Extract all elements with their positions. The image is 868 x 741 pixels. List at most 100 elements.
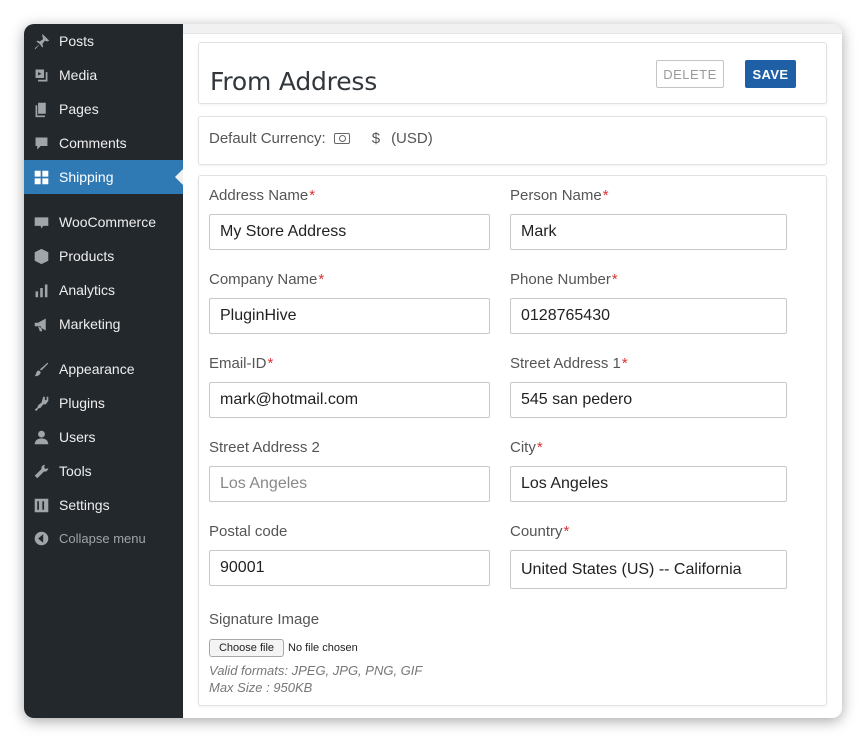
grid-icon xyxy=(32,168,50,186)
sidebar-item-label: Plugins xyxy=(59,395,105,411)
email-input[interactable]: mark@hotmail.com xyxy=(209,382,490,418)
sidebar-item-pages[interactable]: Pages xyxy=(24,92,183,126)
sidebar-item-marketing[interactable]: Marketing xyxy=(24,307,183,341)
required-marker: * xyxy=(318,271,325,288)
address-name-input[interactable]: My Store Address xyxy=(209,214,490,250)
required-marker: * xyxy=(267,355,274,372)
bar-chart-icon xyxy=(32,281,50,299)
phone-number-label-text: Phone Number xyxy=(510,271,611,288)
choose-file-button[interactable]: Choose file xyxy=(209,639,284,657)
address-name-label: Address Name* xyxy=(209,187,315,204)
sidebar-item-shipping[interactable]: Shipping xyxy=(24,160,183,194)
phone-number-input[interactable]: 0128765430 xyxy=(510,298,787,334)
sidebar-item-label: Analytics xyxy=(59,282,116,298)
person-name-label-text: Person Name xyxy=(510,187,602,204)
sidebar-item-label: Comments xyxy=(59,135,127,151)
address-form-card: Address Name* My Store Address Person Na… xyxy=(198,175,827,706)
currency-label: Default Currency: xyxy=(209,130,326,147)
sidebar-item-label: Marketing xyxy=(59,316,121,332)
sidebar-item-label: Shipping xyxy=(59,169,114,185)
user-icon xyxy=(32,428,50,446)
valid-formats-hint: Valid formats: JPEG, JPG, PNG, GIF xyxy=(209,663,423,678)
top-strip xyxy=(183,24,842,34)
sidebar-item-label: WooCommerce xyxy=(59,214,156,230)
sidebar-item-plugins[interactable]: Plugins xyxy=(24,386,183,420)
city-label: City* xyxy=(510,439,543,456)
sidebar-item-label: Appearance xyxy=(59,361,135,377)
postal-code-label: Postal code xyxy=(209,523,287,540)
currency-card: Default Currency: $ (USD) xyxy=(198,116,827,165)
currency-symbol: $ xyxy=(371,130,381,147)
postal-code-input[interactable]: 90001 xyxy=(209,550,490,586)
collapse-menu-label: Collapse menu xyxy=(59,530,146,546)
sidebar-item-products[interactable]: Products xyxy=(24,239,183,273)
delete-button[interactable]: DELETE xyxy=(656,60,724,88)
save-button[interactable]: SAVE xyxy=(745,60,796,88)
person-name-label: Person Name* xyxy=(510,187,609,204)
street2-label-text: Street Address 2 xyxy=(209,439,320,456)
box-icon xyxy=(32,247,50,265)
sliders-icon xyxy=(32,496,50,514)
street1-label: Street Address 1* xyxy=(510,355,628,372)
signature-label: Signature Image xyxy=(209,611,320,628)
file-status: No file chosen xyxy=(288,642,358,654)
woo-icon xyxy=(32,213,50,231)
sidebar-item-tools[interactable]: Tools xyxy=(24,454,183,488)
media-icon xyxy=(32,66,50,84)
street2-input[interactable]: Los Angeles xyxy=(209,466,490,502)
email-label: Email-ID* xyxy=(209,355,273,372)
admin-sidebar: Posts Media Pages Comments Shipping WooC… xyxy=(24,24,183,718)
required-marker: * xyxy=(611,271,618,288)
street2-label: Street Address 2 xyxy=(209,439,320,456)
postal-code-label-text: Postal code xyxy=(209,523,288,540)
country-label-text: Country xyxy=(510,523,563,540)
sidebar-item-settings[interactable]: Settings xyxy=(24,488,183,522)
megaphone-icon xyxy=(32,315,50,333)
pages-icon xyxy=(32,100,50,118)
collapse-arrow-icon xyxy=(32,529,50,547)
required-marker: * xyxy=(536,439,543,456)
company-name-label-text: Company Name xyxy=(209,271,318,288)
app-window: Posts Media Pages Comments Shipping WooC… xyxy=(24,24,842,718)
money-icon xyxy=(333,133,350,144)
company-name-label: Company Name* xyxy=(209,271,324,288)
city-label-text: City xyxy=(510,439,536,456)
sidebar-item-label: Settings xyxy=(59,497,110,513)
country-label: Country* xyxy=(510,523,569,540)
street1-input[interactable]: 545 san pedero xyxy=(510,382,787,418)
sidebar-item-comments[interactable]: Comments xyxy=(24,126,183,160)
city-input[interactable]: Los Angeles xyxy=(510,466,787,502)
pushpin-icon xyxy=(32,32,50,50)
sidebar-item-appearance[interactable]: Appearance xyxy=(24,352,183,386)
comments-icon xyxy=(32,134,50,152)
max-size-hint: Max Size : 950KB xyxy=(209,680,313,695)
collapse-menu-button[interactable]: Collapse menu xyxy=(24,521,183,555)
sidebar-item-posts[interactable]: Posts xyxy=(24,24,183,58)
main-content: From Address DELETE SAVE Default Currenc… xyxy=(183,24,842,718)
sidebar-item-label: Media xyxy=(59,67,98,83)
required-marker: * xyxy=(563,523,570,540)
required-marker: * xyxy=(621,355,628,372)
page-title: From Address xyxy=(210,67,378,96)
plug-icon xyxy=(32,394,50,412)
sidebar-item-users[interactable]: Users xyxy=(24,420,183,454)
address-name-label-text: Address Name xyxy=(209,187,309,204)
country-select[interactable]: United States (US) -- California xyxy=(510,550,787,589)
brush-icon xyxy=(32,360,50,378)
sidebar-item-label: Pages xyxy=(59,101,99,117)
currency-code: (USD) xyxy=(391,130,433,147)
sidebar-item-woocommerce[interactable]: WooCommerce xyxy=(24,205,183,239)
company-name-input[interactable]: PluginHive xyxy=(209,298,490,334)
header-card: From Address DELETE SAVE xyxy=(198,42,827,104)
phone-number-label: Phone Number* xyxy=(510,271,618,288)
email-label-text: Email-ID xyxy=(209,355,267,372)
required-marker: * xyxy=(602,187,609,204)
street1-label-text: Street Address 1 xyxy=(510,355,621,372)
person-name-input[interactable]: Mark xyxy=(510,214,787,250)
wrench-icon xyxy=(32,462,50,480)
sidebar-item-media[interactable]: Media xyxy=(24,58,183,92)
sidebar-item-analytics[interactable]: Analytics xyxy=(24,273,183,307)
required-marker: * xyxy=(309,187,316,204)
currency-row: Default Currency: $ (USD) xyxy=(209,130,433,147)
sidebar-item-label: Products xyxy=(59,248,115,264)
